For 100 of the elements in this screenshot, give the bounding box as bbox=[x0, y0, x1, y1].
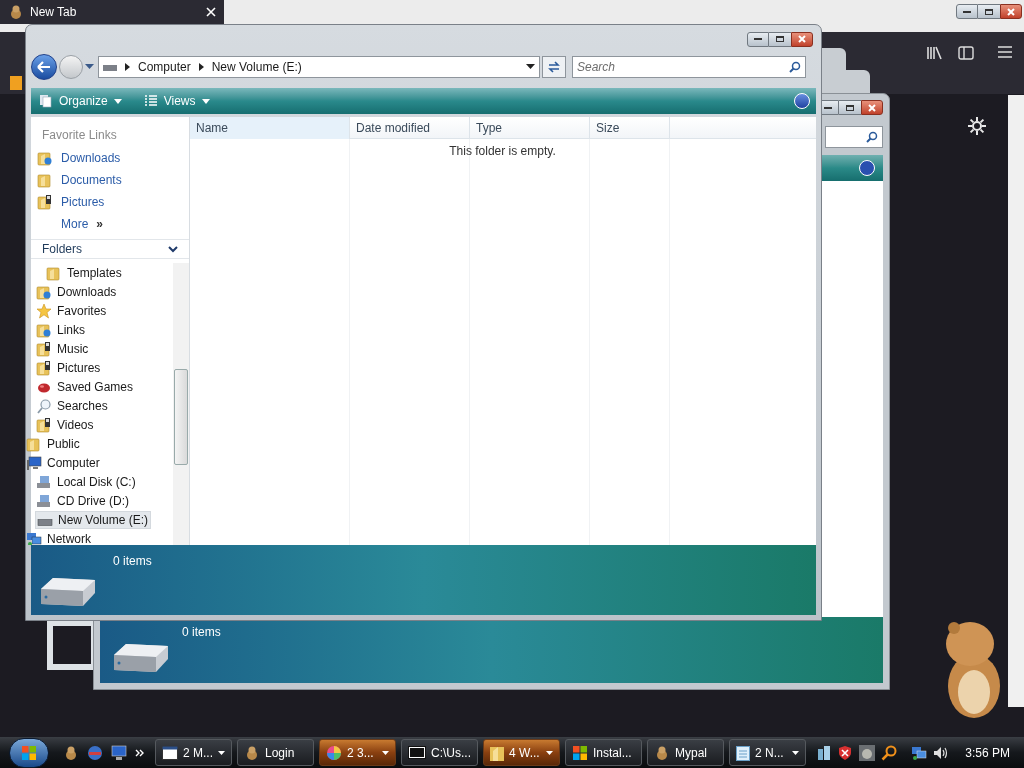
scroll-thumb[interactable] bbox=[174, 369, 188, 465]
help-icon[interactable] bbox=[859, 160, 875, 176]
chevron-icon bbox=[168, 245, 178, 253]
breadcrumb[interactable]: New Volume (E:) bbox=[211, 58, 302, 76]
settings-icon[interactable] bbox=[968, 117, 986, 135]
search-field[interactable]: Search bbox=[572, 56, 806, 78]
close-icon bbox=[1007, 7, 1015, 16]
scrollbar[interactable] bbox=[173, 263, 189, 545]
search-icon[interactable] bbox=[881, 744, 898, 761]
scrollbar[interactable] bbox=[1008, 95, 1024, 707]
color-wheel-icon bbox=[326, 744, 342, 761]
tree-item[interactable]: Local Disk (C:) bbox=[35, 472, 138, 491]
bookmark-icon bbox=[10, 76, 22, 90]
taskbar-button[interactable]: C:\Us... bbox=[401, 739, 478, 766]
folder-icon bbox=[37, 172, 53, 188]
tree-item[interactable]: Pictures bbox=[35, 358, 103, 377]
favorite-link[interactable]: Downloads bbox=[37, 150, 178, 166]
star-icon bbox=[36, 302, 52, 319]
folder-icon bbox=[37, 150, 53, 166]
maximize-button[interactable] bbox=[839, 100, 861, 115]
column-header[interactable]: Date modified bbox=[350, 117, 470, 139]
tree-item[interactable]: Music bbox=[35, 339, 91, 358]
folder-icon bbox=[36, 359, 52, 376]
tree-item[interactable]: Links bbox=[35, 320, 87, 339]
globe-icon[interactable] bbox=[87, 744, 103, 761]
folder-icon bbox=[36, 340, 52, 357]
column-header[interactable]: Type bbox=[470, 117, 590, 139]
tree-item[interactable]: Saved Games bbox=[35, 377, 136, 396]
folder-icon bbox=[46, 264, 62, 281]
browser-tab[interactable]: New Tab bbox=[0, 0, 224, 24]
dropdown-icon[interactable] bbox=[526, 64, 535, 70]
animal-icon bbox=[63, 744, 79, 761]
drive-icon bbox=[39, 575, 97, 609]
back-button[interactable] bbox=[31, 54, 57, 80]
close-button[interactable] bbox=[861, 100, 883, 115]
caret-icon bbox=[201, 98, 210, 104]
section-heading: Favorite Links bbox=[42, 127, 118, 144]
toolbar-button[interactable]: Views bbox=[141, 90, 212, 112]
favorite-link[interactable]: Pictures bbox=[37, 194, 178, 210]
taskbar-button[interactable]: 2 3... bbox=[319, 739, 396, 766]
shield-icon[interactable] bbox=[837, 744, 854, 761]
library-icon[interactable] bbox=[926, 46, 942, 60]
start-button[interactable] bbox=[9, 737, 49, 768]
item-count: 0 items bbox=[182, 624, 221, 641]
animal-icon[interactable] bbox=[859, 744, 876, 761]
close-button[interactable] bbox=[791, 31, 813, 47]
close-icon[interactable] bbox=[206, 7, 216, 17]
help-icon[interactable] bbox=[794, 93, 810, 109]
tree-item[interactable]: Templates bbox=[45, 263, 124, 282]
refresh-button[interactable] bbox=[542, 56, 566, 78]
quick-launch-icon[interactable] bbox=[63, 744, 79, 761]
search-field[interactable] bbox=[825, 126, 883, 148]
tree-item[interactable]: Network bbox=[25, 529, 93, 545]
menu-icon[interactable] bbox=[998, 46, 1012, 58]
drive-icon bbox=[112, 641, 170, 675]
animal-icon bbox=[654, 744, 670, 761]
column-header[interactable]: Size bbox=[590, 117, 670, 139]
clock[interactable]: 3:56 PM bbox=[965, 743, 1010, 762]
pages-icon bbox=[39, 94, 53, 108]
disk-icon bbox=[36, 473, 52, 490]
tree-item[interactable]: Videos bbox=[35, 415, 96, 434]
taskbar-button[interactable]: Login bbox=[237, 739, 314, 766]
tree-item[interactable]: CD Drive (D:) bbox=[35, 491, 131, 510]
tree-item[interactable]: New Volume (E:) bbox=[35, 510, 152, 529]
folder-icon bbox=[37, 194, 53, 210]
taskbar-button[interactable]: 4 W... bbox=[483, 739, 560, 766]
address-bar[interactable]: Computer New Volume (E:) bbox=[98, 56, 540, 78]
disk-icon bbox=[36, 492, 52, 509]
breadcrumb[interactable]: Computer bbox=[138, 58, 191, 76]
folder-icon bbox=[36, 283, 52, 300]
maximize-button[interactable] bbox=[978, 4, 1000, 19]
tree-item[interactable]: Computer bbox=[25, 453, 102, 472]
maximize-button[interactable] bbox=[769, 31, 791, 47]
tree-item[interactable]: Searches bbox=[35, 396, 110, 415]
more-link[interactable]: More » bbox=[61, 216, 178, 232]
taskbar-button[interactable]: 2 N... bbox=[729, 739, 806, 766]
minimize-button[interactable] bbox=[956, 4, 978, 19]
column-header[interactable]: Name bbox=[190, 117, 350, 139]
taskbar-button[interactable]: Instal... bbox=[565, 739, 642, 766]
window-icon bbox=[162, 745, 178, 760]
favorite-link[interactable]: Documents bbox=[37, 172, 178, 188]
tree-item[interactable]: Public bbox=[25, 434, 82, 453]
toolbar-button[interactable]: Organize bbox=[37, 90, 124, 112]
minimize-button[interactable] bbox=[747, 31, 769, 47]
caret-icon bbox=[113, 98, 122, 104]
animal-icon bbox=[244, 744, 260, 761]
tree-item[interactable]: Favorites bbox=[35, 301, 109, 320]
monitor-icon[interactable] bbox=[111, 744, 127, 761]
folders-header[interactable]: Folders bbox=[31, 239, 189, 259]
chevron-icon[interactable] bbox=[135, 748, 145, 757]
drive-icon bbox=[37, 519, 53, 526]
sidebar-icon[interactable] bbox=[958, 46, 974, 60]
tree-item[interactable]: Downloads bbox=[35, 282, 119, 301]
close-button[interactable] bbox=[1000, 4, 1022, 19]
folder-icon bbox=[36, 321, 52, 338]
archive-icon bbox=[408, 746, 426, 759]
taskbar-button[interactable]: 2 M... bbox=[155, 739, 232, 766]
search-icon bbox=[36, 397, 52, 414]
back-arrow-icon bbox=[37, 61, 51, 73]
taskbar-button[interactable]: Mypal bbox=[647, 739, 724, 766]
